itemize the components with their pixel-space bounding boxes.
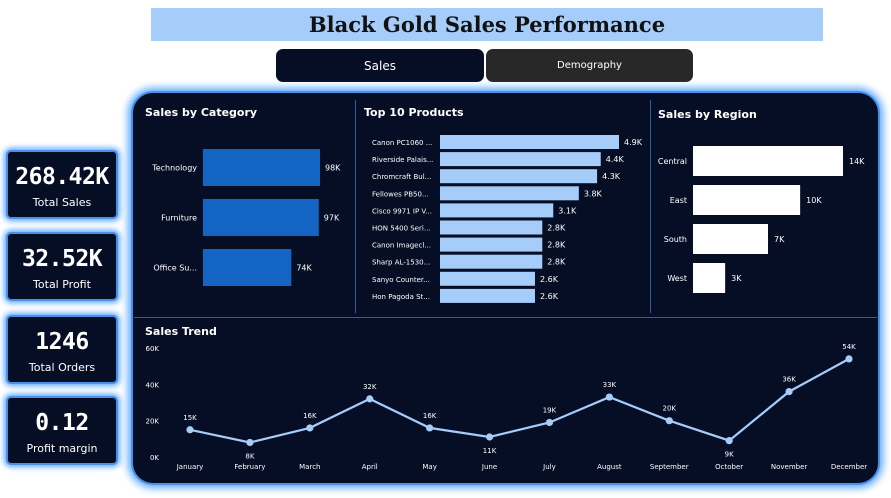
trend-y-tick-label: 0K [150, 454, 159, 462]
trend-point [306, 424, 314, 432]
trend-data-label: 15K [183, 414, 197, 422]
region-tick-label: West [667, 274, 687, 283]
product-data-label: 2.6K [540, 292, 559, 301]
category-data-label: 74K [296, 264, 312, 273]
product-data-label: 4.9K [624, 138, 643, 147]
trend-point [545, 418, 554, 427]
product-tick-label: Canon Imagecl... [372, 242, 431, 250]
product-data-label: 3.8K [584, 189, 603, 198]
trend-data-label: 32K [363, 383, 377, 391]
trend-point [785, 388, 793, 396]
trend-x-tick-label: September [650, 463, 689, 471]
product-data-label: 3.1K [558, 206, 577, 215]
product-tick-label: Sanyo Counter... [372, 276, 430, 284]
trend-data-label: 33K [603, 381, 617, 389]
region-bar [693, 146, 843, 176]
trend-point [605, 393, 613, 401]
trend-point [426, 424, 434, 432]
category-tick-label: Furniture [161, 214, 197, 223]
trend-y-tick-label: 20K [146, 418, 160, 426]
product-data-label: 2.8K [547, 224, 566, 233]
region-data-label: 3K [731, 274, 742, 283]
trend-data-label: 16K [303, 412, 317, 420]
category-data-label: 98K [325, 164, 341, 173]
trend-point [485, 433, 494, 441]
trend-data-label: 20K [663, 405, 677, 413]
product-tick-label: Canon PC1060 ... [372, 139, 432, 147]
trend-data-label: 9K [725, 451, 734, 459]
region-data-label: 10K [806, 196, 822, 205]
trend-data-label: 16K [423, 412, 437, 420]
product-bar [440, 237, 543, 252]
product-data-label: 4.3K [602, 172, 621, 181]
trend-point [246, 438, 254, 447]
region-data-label: 14K [849, 157, 865, 166]
product-bar [440, 254, 543, 269]
trend-x-tick-label: January [176, 463, 204, 471]
product-data-label: 2.6K [540, 275, 559, 284]
category-bar [203, 149, 320, 186]
region-tick-label: East [670, 196, 687, 205]
trend-x-tick-label: November [771, 463, 808, 471]
product-tick-label: Sharp AL-1530... [372, 259, 430, 267]
trend-x-tick-label: December [831, 463, 867, 471]
trend-line [189, 357, 850, 444]
region-data-label: 7K [774, 235, 785, 244]
trend-x-tick-label: April [362, 463, 378, 471]
trend-point [366, 395, 374, 403]
trend-x-tick-label: July [542, 463, 556, 471]
trend-x-tick-label: March [299, 463, 320, 471]
product-tick-label: Cisco 9971 IP V... [372, 207, 432, 215]
trend-point [186, 426, 194, 434]
trend-point [725, 437, 733, 445]
product-tick-label: Chromcraft Bul... [372, 173, 431, 181]
region-tick-label: Central [658, 157, 687, 166]
category-tick-label: Office Su... [153, 264, 197, 273]
region-bar [693, 263, 726, 293]
region-bar [693, 224, 768, 254]
product-tick-label: Riverside Palais... [372, 156, 433, 164]
charts-svg: Technology 98K Furniture 97K Office Su... 74K… [146, 135, 867, 471]
category-data-label: 97K [324, 214, 340, 223]
trend-data-label: 54K [842, 343, 856, 351]
product-bar [440, 271, 535, 286]
trend-point [845, 355, 853, 363]
category-tick-label: Technology [151, 164, 197, 173]
trend-point [665, 417, 673, 425]
product-tick-label: HON 5400 Seri... [372, 225, 431, 233]
trend-x-tick-label: October [715, 463, 743, 471]
trend-x-tick-label: May [422, 463, 436, 471]
product-bar [440, 220, 543, 235]
product-bar [440, 135, 619, 149]
region-tick-label: South [664, 235, 687, 244]
product-tick-label: Hon Pagoda St... [372, 293, 430, 301]
product-data-label: 2.8K [547, 241, 566, 250]
product-bar [440, 203, 554, 218]
product-data-label: 2.8K [547, 258, 566, 267]
trend-data-label: 11K [483, 447, 497, 455]
trend-data-label: 19K [543, 406, 557, 414]
trend-x-tick-label: August [597, 463, 622, 471]
trend-y-tick-label: 40K [146, 381, 160, 389]
category-bar [203, 199, 319, 236]
product-data-label: 4.4K [606, 155, 625, 164]
region-bar [693, 185, 801, 215]
category-bar [203, 249, 292, 286]
trend-x-tick-label: February [234, 463, 265, 471]
trend-y-tick-label: 60K [146, 345, 160, 353]
trend-data-label: 36K [782, 376, 796, 384]
product-bar [440, 186, 579, 201]
trend-data-label: 8K [245, 452, 254, 460]
product-bar [440, 169, 598, 184]
product-bar [440, 288, 535, 303]
product-tick-label: Fellowes PB50... [372, 190, 429, 198]
trend-x-tick-label: June [481, 463, 497, 471]
product-bar [440, 152, 601, 167]
